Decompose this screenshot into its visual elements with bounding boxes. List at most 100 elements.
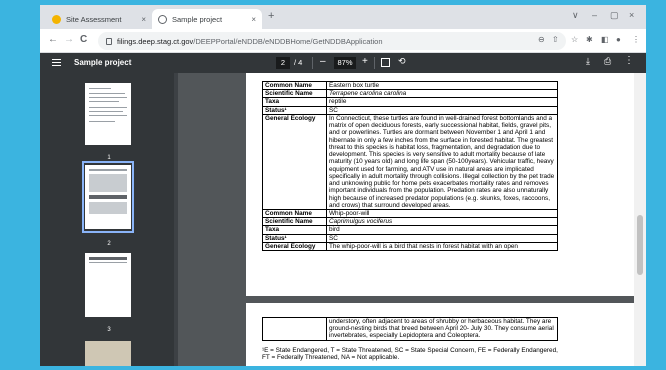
thumbnail-page-number: 2 [107,241,111,247]
row-key: Taxa [262,97,327,107]
tab-strip: Site Assessment × Sample project × + ∨ –… [40,5,646,29]
thumbnail-line [89,257,127,260]
forward-button[interactable]: → [64,34,74,45]
species-table-continued: understory, often adjacent to areas of s… [262,317,558,341]
table-row: General Ecology In Connecticut, these tur… [262,113,558,210]
thumbnail-line [89,88,111,89]
pdf-page: understory, often adjacent to areas of s… [246,303,634,366]
page-total: / 4 [294,58,303,67]
pdf-page: Common Name Eastern box turtle Scientific … [246,73,634,296]
row-key: General Ecology [262,241,327,252]
download-icon[interactable]: ⤓ [586,56,590,67]
share-icon[interactable]: ⇧ [552,35,559,44]
status-footnote: ¹E = State Endangered, T = State Threate… [262,347,558,362]
minimize-button[interactable]: – [592,10,597,20]
fit-to-page-icon[interactable] [381,58,390,67]
url-path: /DEEPPortal/eNDDB/eNDDBHome/GetNDDBAppli… [193,36,383,46]
thumbnail-line [89,97,127,98]
row-key: Status¹ [262,233,327,243]
browser-menu-icon[interactable]: ⋮ [632,35,640,44]
close-window-button[interactable]: × [629,10,634,20]
maximize-button[interactable]: ▢ [610,10,619,21]
more-options-icon[interactable]: ⋮ [624,55,634,66]
row-value: In Connecticut, these turtles are found … [326,113,558,210]
row-value: The whip-poor-will is a bird that nests … [326,241,558,252]
zoom-out-button[interactable]: – [320,56,326,67]
address-bar[interactable]: filings.deep.stag.ct.gov/DEEPPortal/eNDD… [98,32,566,50]
document-viewer: Common Name Eastern box turtle Scientific … [178,73,646,366]
tab-sample-project[interactable]: Sample project × [152,9,262,29]
row-value: Eastern box turtle [326,80,558,91]
row-value: Whip-poor-will [326,208,558,219]
url-host: filings.deep.stag.ct.gov [117,36,194,46]
thumbnail-line [89,115,127,116]
row-key: Scientific Name [262,89,327,99]
pdf-toolbar: Sample project 2 / 4 – 87% + ⟲ ⤓ ⎙ ⋮ [40,53,646,73]
table-row: Status¹ SC [262,105,558,115]
tab-title: Sample project [172,14,223,24]
bookmark-star-icon[interactable]: ☆ [571,35,578,44]
new-tab-button[interactable]: + [268,10,274,22]
thumbnail-line [89,262,127,263]
extensions-icon[interactable]: ✱ [586,35,593,44]
thumbnail-line [89,121,115,122]
row-key [262,317,327,341]
print-icon[interactable]: ⎙ [604,56,611,67]
close-tab-icon[interactable]: × [251,15,256,24]
row-value: understory, often adjacent to areas of s… [326,317,558,341]
table-row: Common Name Whip-poor-will [262,208,558,219]
site-assessment-favicon-icon [52,14,61,24]
table-row: General Ecology The whip-poor-will is a b… [262,241,558,252]
tab-search-icon[interactable]: ∨ [572,10,579,21]
reload-button[interactable]: C [80,34,87,45]
browser-window: Site Assessment × Sample project × + ∨ –… [40,5,646,366]
row-value: SC [326,105,558,115]
profile-avatar-icon[interactable]: ● [616,35,621,44]
row-value: reptile [326,97,558,107]
row-key: Taxa [262,225,327,235]
thumbnail-line [89,111,123,112]
row-key: Status¹ [262,105,327,115]
rotate-icon[interactable]: ⟲ [398,56,406,67]
row-value: bird [326,225,558,235]
page-thumbnail-3[interactable] [85,253,131,317]
zoom-icon[interactable]: ⊖ [538,35,545,44]
page-thumbnail-4[interactable] [85,341,131,366]
tab-site-assessment[interactable]: Site Assessment × [46,9,152,29]
table-row: understory, often adjacent to areas of s… [262,317,558,341]
side-panel-icon[interactable]: ◧ [601,35,609,44]
row-key: Scientific Name [262,217,327,227]
row-key: Common Name [262,208,327,219]
menu-icon[interactable] [52,59,61,66]
globe-favicon-icon [158,14,167,24]
thumbnail-line [89,169,127,171]
thumbnail-block [89,174,127,192]
row-key: General Ecology [262,113,327,210]
thumbnail-line [89,93,125,94]
close-tab-icon[interactable]: × [141,15,146,24]
page-number-input[interactable]: 2 [276,57,290,69]
thumbnail-line [89,107,127,108]
row-value: Terrapene carolina carolina [326,89,558,99]
pdf-title: Sample project [74,58,132,67]
document-scrollbar[interactable] [634,73,646,366]
zoom-input[interactable]: 87% [334,57,356,69]
table-row: Scientific Name Caprimulgus vociferus [262,217,558,227]
back-button[interactable]: ← [48,34,58,45]
zoom-in-button[interactable]: + [362,56,368,67]
page-thumbnail-1[interactable] [85,83,131,145]
thumbnail-page-number: 3 [107,327,111,333]
toolbar-divider [374,57,375,69]
toolbar-divider [312,57,313,69]
species-table: Common Name Eastern box turtle Scientific … [262,80,558,252]
table-row: Status¹ SC [262,233,558,243]
scrollbar-thumb[interactable] [637,215,643,275]
row-value: Caprimulgus vociferus [326,217,558,227]
page-thumbnail-2[interactable] [85,165,131,229]
thumbnail-line [89,101,119,102]
lock-icon [106,37,112,45]
row-value: SC [326,233,558,243]
thumbnail-sidebar: 1 2 3 [40,73,178,366]
navigation-bar: ← → C filings.deep.stag.ct.gov/DEEPPorta… [40,29,646,53]
table-row: Common Name Eastern box turtle [262,80,558,91]
